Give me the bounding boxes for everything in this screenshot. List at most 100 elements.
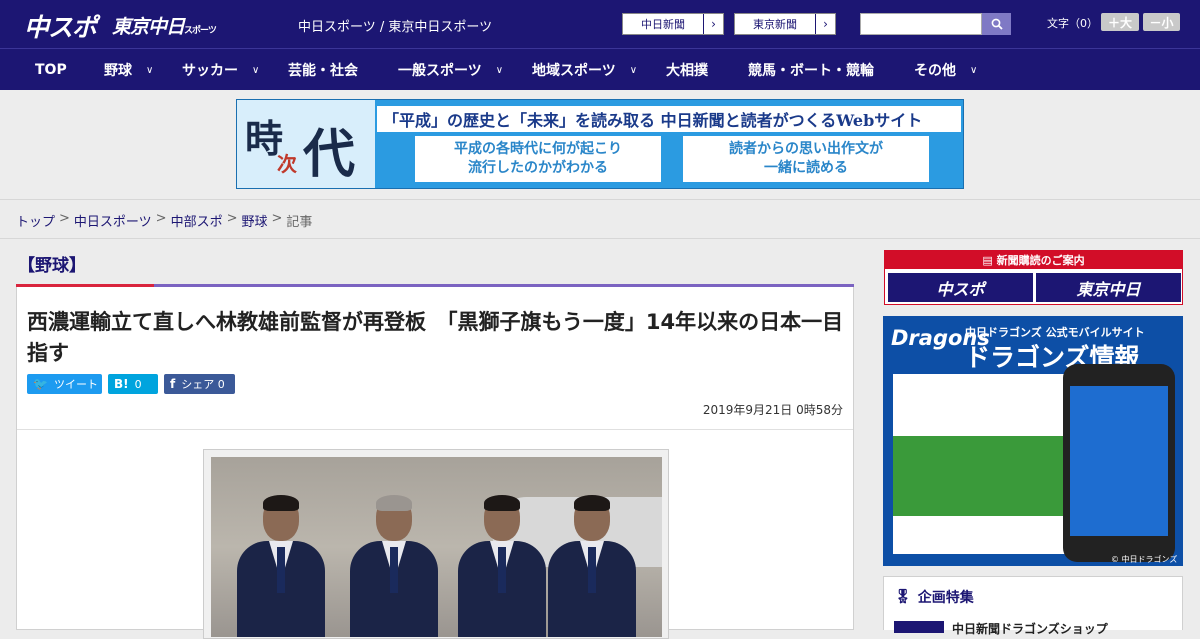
breadcrumb-chunichi-sports[interactable]: 中日スポーツ: [74, 211, 152, 230]
nav-label: その他: [914, 63, 956, 79]
category-label[interactable]: 【野球】: [18, 251, 86, 276]
facebook-label: シェア: [181, 378, 215, 391]
banner-headline: 「平成」の歴史と「未来」を読み取る 中日新聞と読者がつくるWebサイト: [377, 106, 961, 132]
twitter-icon: 🐦: [33, 377, 48, 391]
chevron-down-icon: ∨: [495, 64, 504, 76]
nav-item-other[interactable]: その他 ∨: [914, 49, 977, 91]
nav-item-sumo[interactable]: 大相撲: [666, 49, 708, 91]
article-photo-frame: [203, 449, 669, 639]
hatena-icon: B!: [114, 377, 129, 391]
chevron-down-icon: ∨: [252, 64, 260, 76]
nav-label: 大相撲: [666, 63, 708, 79]
nav-label: 一般スポーツ: [398, 63, 482, 79]
facebook-icon: f: [170, 377, 176, 391]
jidai-banner[interactable]: 時 次 代 「平成」の歴史と「未来」を読み取る 中日新聞と読者がつくるWebサイ…: [236, 99, 964, 189]
nav-item-soccer[interactable]: サッカー ∨: [182, 49, 259, 91]
nav-item-baseball[interactable]: 野球 ∨: [104, 49, 153, 91]
subscription-box[interactable]: ▤ 新聞購読のご案内 中スポ 東京中日: [884, 250, 1183, 305]
shop-thumbnail[interactable]: [894, 621, 944, 633]
chuspo-logo[interactable]: 中スポ: [24, 8, 97, 44]
nav-item-racing[interactable]: 競馬・ボート・競輪: [748, 49, 874, 91]
article: 西濃運輸立て直しへ林教雄前監督が再登板 「黒獅子旗もう一度」14年以来の日本一目…: [16, 287, 854, 639]
font-smaller-button[interactable]: －小: [1143, 13, 1180, 31]
chevron-right-icon: ›: [815, 14, 835, 34]
site-name-link[interactable]: 中日スポーツ / 東京中日スポーツ: [298, 16, 492, 35]
search-icon: [991, 18, 1003, 30]
nav-label: サッカー: [182, 63, 238, 79]
facebook-count: 0: [217, 377, 225, 391]
chevron-down-icon: ∨: [970, 64, 978, 76]
special-feature-title: 🎖 企画特集: [894, 587, 974, 607]
tweet-button[interactable]: 🐦 ツイート: [27, 374, 102, 394]
person-figure: [544, 495, 640, 637]
person-figure: [454, 495, 550, 637]
baseball-field-graphic: [893, 436, 1068, 516]
breadcrumb-current: 記事: [286, 215, 313, 230]
breadcrumb-baseball[interactable]: 野球: [242, 211, 268, 230]
nav-label: 野球: [104, 63, 132, 79]
breadcrumb-chubu-spo[interactable]: 中部スポ: [171, 211, 223, 230]
nav-item-top[interactable]: TOP: [35, 49, 67, 91]
special-feature-title-text: 企画特集: [917, 590, 974, 606]
breadcrumb-top[interactable]: トップ: [16, 211, 55, 230]
banner-box-left-line2: 流行したのかがわかる: [468, 160, 608, 176]
tokyo-shimbun-button[interactable]: 東京新聞 ›: [734, 13, 836, 35]
ribbon-icon: 🎖: [894, 589, 912, 605]
tokyo-chunichi-subscribe-logo[interactable]: 東京中日: [1036, 273, 1181, 302]
tokyo-logo-small: スポーツ: [184, 26, 217, 36]
banner-box-left-line1: 平成の各時代に何が起こり: [454, 141, 622, 157]
nav-label: 地域スポーツ: [532, 63, 616, 79]
person-figure: [233, 495, 329, 637]
chevron-right-icon: ›: [703, 14, 723, 34]
dragons-credit: © 中日ドラゴンズ: [1111, 555, 1178, 564]
tokyo-logo-text: 東京中日: [112, 16, 185, 38]
person-figure: [346, 495, 442, 637]
article-date: 2019年9月21日 0時58分: [702, 403, 843, 417]
breadcrumb-separator: >: [271, 211, 283, 226]
main-nav: TOP 野球 ∨ サッカー ∨ 芸能・社会 一般スポーツ ∨ 地域スポーツ ∨ 大相撲 …: [0, 48, 1200, 90]
newspaper-icon: ▤: [982, 253, 997, 267]
banner-box-right-line1: 読者からの思い出作文が: [729, 141, 883, 157]
banner-logo: 時 次 代: [237, 100, 375, 188]
site-header: 中スポ 東京中日スポーツ 中日スポーツ / 東京中日スポーツ 中日新聞 › 東京…: [0, 0, 1200, 48]
nav-item-regional-sports[interactable]: 地域スポーツ ∨: [532, 49, 637, 91]
article-divider: [17, 429, 853, 430]
font-size-label: 文字（0）: [1047, 17, 1098, 30]
dragons-info-ad[interactable]: Dragons 中日ドラゴンズ 公式モバイルサイト ドラゴンズ情報 © 中日ドラ…: [883, 316, 1183, 566]
subscription-heading-text: 新聞購読のご案内: [996, 254, 1085, 267]
chunichi-shimbun-label: 中日新聞: [641, 18, 685, 31]
article-photo[interactable]: [211, 457, 662, 637]
search-button[interactable]: [982, 13, 1011, 35]
tweet-label: ツイート: [53, 378, 98, 391]
nav-label: 芸能・社会: [288, 63, 358, 79]
dragons-shop-link[interactable]: 中日新聞ドラゴンズショップ: [952, 620, 1108, 637]
banner-box-right: 読者からの思い出作文が 一緒に読める: [683, 136, 929, 182]
nav-label: 競馬・ボート・競輪: [748, 63, 874, 79]
banner-char-tsugi: 次: [277, 152, 297, 176]
breadcrumb-separator: >: [59, 211, 70, 226]
hatena-count: 0: [134, 377, 142, 391]
tokyo-chunichi-logo[interactable]: 東京中日スポーツ: [112, 12, 217, 39]
chevron-down-icon: ∨: [146, 64, 154, 76]
font-larger-button[interactable]: ＋大: [1101, 13, 1139, 31]
nav-item-entertainment[interactable]: 芸能・社会: [288, 49, 358, 91]
smartphone-screen: [1070, 386, 1168, 536]
breadcrumb-separator: >: [155, 211, 167, 226]
chevron-down-icon: ∨: [629, 64, 638, 76]
search-input[interactable]: [860, 13, 982, 35]
banner-box-left: 平成の各時代に何が起こり 流行したのかがわかる: [415, 136, 661, 182]
banner-box-right-line2: 一緒に読める: [764, 160, 848, 176]
special-feature-box: 🎖 企画特集 中日新聞ドラゴンズショップ: [883, 576, 1183, 636]
nav-item-general-sports[interactable]: 一般スポーツ ∨: [398, 49, 503, 91]
nav-label: TOP: [35, 62, 67, 78]
smartphone-graphic: [1063, 364, 1175, 562]
breadcrumb-separator: >: [226, 211, 238, 226]
hatena-bookmark-button[interactable]: B! 0: [108, 374, 158, 394]
chunichi-shimbun-button[interactable]: 中日新聞 ›: [622, 13, 724, 35]
breadcrumb-bar: トップ > 中日スポーツ > 中部スポ > 野球 > 記事: [0, 200, 1200, 239]
chuspo-subscribe-logo[interactable]: 中スポ: [888, 273, 1033, 302]
banner-char-dai: 代: [303, 124, 356, 185]
facebook-share-button[interactable]: f シェア 0: [164, 374, 235, 394]
subscription-heading: ▤ 新聞購読のご案内: [885, 251, 1182, 269]
article-title: 西濃運輸立て直しへ林教雄前監督が再登板 「黒獅子旗もう一度」14年以来の日本一目…: [27, 310, 844, 365]
